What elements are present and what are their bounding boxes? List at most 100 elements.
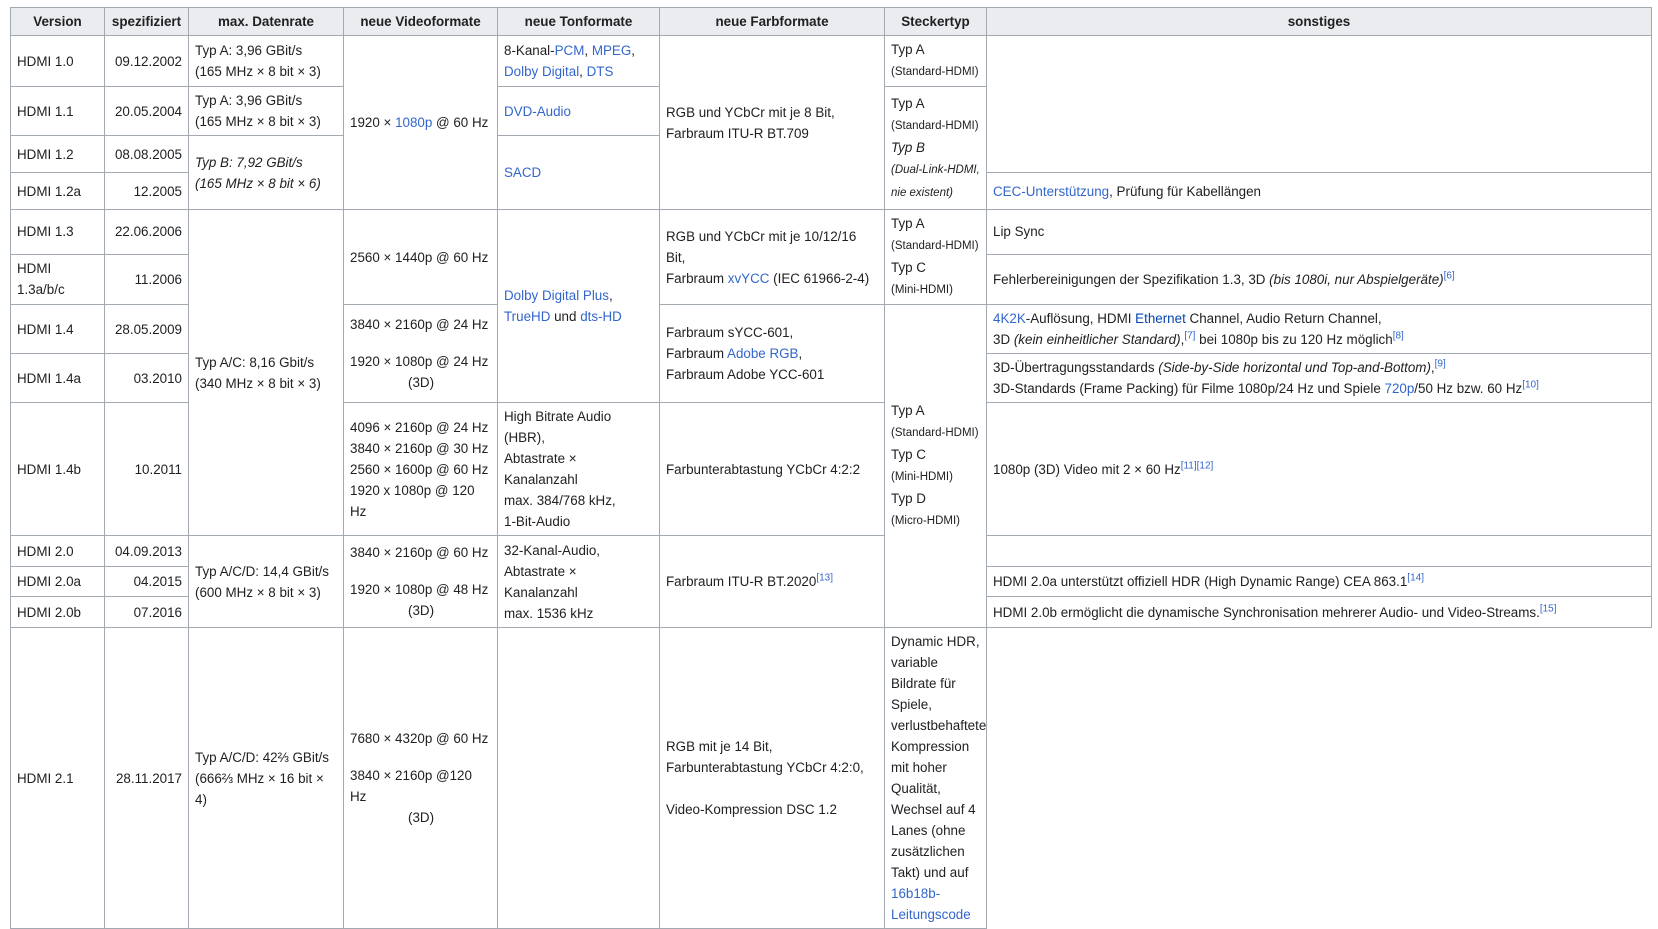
date-cell: 04.2015 xyxy=(104,566,189,597)
link-adobe-rgb[interactable]: Adobe RGB xyxy=(727,346,798,361)
color-cell: Farbraum ITU-R BT.2020[13] xyxy=(659,535,885,628)
date-cell: 22.06.2006 xyxy=(104,209,189,255)
date-cell: 03.2010 xyxy=(104,353,189,403)
col-header-color[interactable]: neue Farbformate xyxy=(659,7,885,36)
ref-11[interactable]: [11] xyxy=(1181,460,1197,471)
link-mpeg[interactable]: MPEG xyxy=(592,43,631,58)
ref-13[interactable]: [13] xyxy=(816,573,833,584)
date-cell: 10.2011 xyxy=(104,402,189,536)
ref-9[interactable]: [9] xyxy=(1435,359,1446,370)
color-cell: Farbraum sYCC-601, Farbraum Adobe RGB, Far… xyxy=(659,304,885,403)
version-cell: HDMI 1.4 xyxy=(10,304,105,354)
ref-8[interactable]: [8] xyxy=(1393,331,1404,342)
color-cell: RGB mit je 14 Bit, Farbunterabtastung YCb… xyxy=(659,627,885,929)
date-cell: 20.05.2004 xyxy=(104,86,189,136)
link-dts[interactable]: DTS xyxy=(587,64,614,79)
misc-cell: HDMI 2.0a unterstützt offiziell HDR (Hig… xyxy=(986,566,1652,597)
color-cell: RGB und YCbCr mit je 10/12/16 Bit, Farbra… xyxy=(659,209,885,305)
col-header-misc[interactable]: sonstiges xyxy=(986,7,1652,36)
date-cell: 12.2005 xyxy=(104,172,189,210)
col-header-video[interactable]: neue Videoformate xyxy=(343,7,498,36)
misc-cell: Fehlerbereinigungen der Spezifikation 1.… xyxy=(986,253,1652,306)
date-cell: 28.11.2017 xyxy=(104,627,189,929)
video-cell: 3840 × 2160p @ 60 Hz 1920 × 1080p @ 48 Hz… xyxy=(343,535,498,628)
link-dolby-digital-plus[interactable]: Dolby Digital Plus xyxy=(504,288,609,303)
version-cell: HDMI 1.4a xyxy=(10,353,105,403)
version-cell: HDMI 1.1 xyxy=(10,86,105,136)
version-cell: HDMI 1.0 xyxy=(10,35,105,87)
col-header-rate[interactable]: max. Datenrate xyxy=(188,7,344,36)
ref-7[interactable]: [7] xyxy=(1184,331,1195,342)
link-720p[interactable]: 720p xyxy=(1385,381,1415,396)
video-cell: 7680 × 4320p @ 60 Hz 3840 × 2160p @120 Hz… xyxy=(343,627,498,929)
col-header-audio[interactable]: neue Tonformate xyxy=(497,7,660,36)
plug-cell: Typ A (Standard-HDMI) xyxy=(884,35,987,87)
rate-cell: Typ A: 3,96 GBit/s (165 MHz × 8 bit × 3) xyxy=(188,86,344,136)
rate-cell: Typ B: 7,92 GBit/s (165 MHz × 8 bit × 6) xyxy=(188,135,344,210)
video-cell: 1920 × 1080p @ 60 Hz xyxy=(343,35,498,210)
col-header-version[interactable]: Version xyxy=(10,7,105,36)
hdmi-versions-table: Version spezifiziert max. Datenrate neue… xyxy=(10,7,1652,929)
ref-6[interactable]: [6] xyxy=(1444,271,1455,282)
link-pcm[interactable]: PCM xyxy=(555,43,585,58)
misc-cell xyxy=(986,535,1652,567)
version-cell: HDMI 2.0a xyxy=(10,566,105,597)
link-1080p[interactable]: 1080p xyxy=(395,115,432,130)
misc-cell: Dynamic HDR, variable Bildrate für Spiel… xyxy=(884,627,987,929)
link-16b18b[interactable]: 16b18b-Leitungscode xyxy=(891,886,971,922)
video-cell: 2560 × 1440p @ 60 Hz xyxy=(343,209,498,305)
video-cell: 3840 × 2160p @ 24 Hz 1920 × 1080p @ 24 Hz… xyxy=(343,304,498,403)
plug-cell: Typ A (Standard-HDMI) Typ C (Mini-HDMI) Typ … xyxy=(884,304,987,628)
version-cell: HDMI 2.0b xyxy=(10,596,105,628)
version-cell: HDMI 1.3a/b/c xyxy=(10,253,105,306)
date-cell: 28.05.2009 xyxy=(104,304,189,354)
table-row: HDMI 2.0 04.09.2013 Typ A/C/D: 14,4 GBit… xyxy=(10,535,1652,628)
misc-cell: 4K2K-Auflösung, HDMI Ethernet Channel, A… xyxy=(986,304,1652,354)
audio-cell: High Bitrate Audio (HBR), Abtastrate × Ka… xyxy=(497,402,660,536)
link-4k2k[interactable]: 4K2K xyxy=(993,311,1026,326)
date-cell: 04.09.2013 xyxy=(104,535,189,567)
version-cell: HDMI 1.3 xyxy=(10,209,105,255)
ref-10[interactable]: [10] xyxy=(1522,380,1539,391)
plug-cell: Typ A (Standard-HDMI) Typ B (Dual-Link-HDMI… xyxy=(884,86,987,210)
misc-cell: 3D-Übertragungsstandards (Side-by-Side h… xyxy=(986,353,1652,403)
link-sacd[interactable]: SACD xyxy=(504,165,541,180)
rate-cell: Typ A/C/D: 42⅔ GBit/s (666⅔ MHz × 16 bit … xyxy=(188,627,344,929)
date-cell: 07.2016 xyxy=(104,596,189,628)
ref-15[interactable]: [15] xyxy=(1540,603,1557,614)
date-cell: 08.08.2005 xyxy=(104,135,189,173)
link-ethernet[interactable]: Ethernet xyxy=(1135,311,1186,326)
rate-cell: Typ A/C: 8,16 Gbit/s (340 MHz × 8 bit × 3… xyxy=(188,209,344,536)
misc-cell: 1080p (3D) Video mit 2 × 60 Hz[11][12] xyxy=(986,402,1652,536)
link-truehd[interactable]: TrueHD xyxy=(504,309,550,324)
link-dolby-digital[interactable]: Dolby Digital xyxy=(504,64,579,79)
audio-cell xyxy=(497,627,660,929)
col-header-date[interactable]: spezifiziert xyxy=(104,7,189,36)
link-dts-hd[interactable]: dts-HD xyxy=(580,309,622,324)
date-cell: 11.2006 xyxy=(104,253,189,306)
version-cell: HDMI 1.2a xyxy=(10,172,105,210)
video-cell: 4096 × 2160p @ 24 Hz 3840 × 2160p @ 30 Hz… xyxy=(343,402,498,536)
table-row: HDMI 1.0 09.12.2002 Typ A: 3,96 GBit/s (1… xyxy=(10,35,1652,210)
misc-cell: Lip Sync xyxy=(986,209,1652,255)
ref-12[interactable]: [12] xyxy=(1197,460,1214,471)
color-cell: RGB und YCbCr mit je 8 Bit, Farbraum ITU-… xyxy=(659,35,885,210)
link-dvd-audio[interactable]: DVD-Audio xyxy=(504,104,571,119)
audio-cell: DVD-Audio xyxy=(497,86,660,136)
plug-cell: Typ A (Standard-HDMI) Typ C (Mini-HDMI) xyxy=(884,209,987,305)
table-row: HDMI 1.3 22.06.2006 Typ A/C: 8,16 Gbit/s… xyxy=(10,209,1652,536)
rate-cell: Typ A/C/D: 14,4 GBit/s (600 MHz × 8 bit ×… xyxy=(188,535,344,628)
version-cell: HDMI 1.2 xyxy=(10,135,105,173)
color-cell: Farbunterabtastung YCbCr 4:2:2 xyxy=(659,402,885,536)
link-cec[interactable]: CEC-Unterstützung xyxy=(993,184,1109,199)
date-cell: 09.12.2002 xyxy=(104,35,189,87)
audio-cell: 8-Kanal-PCM, MPEG, Dolby Digital, DTS xyxy=(497,35,660,87)
misc-cell: HDMI 2.0b ermöglicht die dynamische Sync… xyxy=(986,596,1652,628)
col-header-plug[interactable]: Steckertyp xyxy=(884,7,987,36)
ref-14[interactable]: [14] xyxy=(1407,573,1424,584)
header-row: Version spezifiziert max. Datenrate neue… xyxy=(10,7,1652,36)
link-xvycc[interactable]: xvYCC xyxy=(728,271,770,286)
misc-cell xyxy=(986,35,1652,173)
audio-cell: SACD xyxy=(497,135,660,210)
version-cell: HDMI 2.1 xyxy=(10,627,105,929)
